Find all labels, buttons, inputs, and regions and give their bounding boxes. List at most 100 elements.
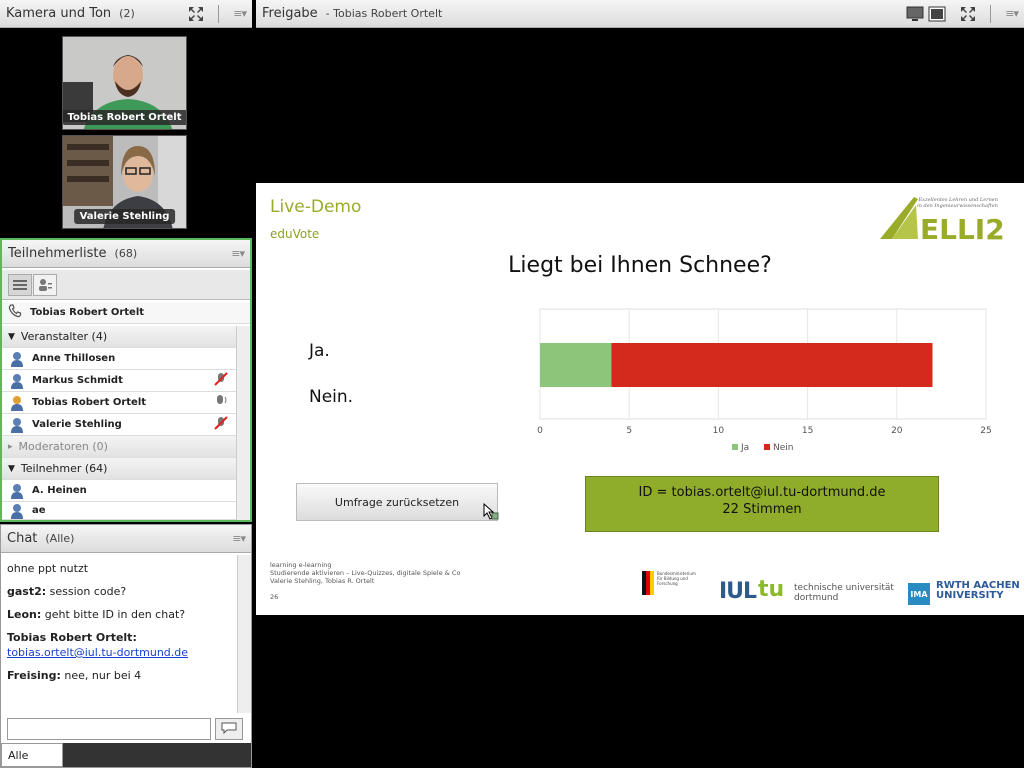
reset-poll-label: Umfrage zurücksetzen (334, 495, 460, 509)
group-participants[interactable]: ▼ Teilnehmer (64) (2, 458, 236, 480)
attendee-view-icon[interactable] (33, 274, 57, 296)
mic-muted-icon (214, 372, 228, 389)
bar-nein (611, 343, 933, 387)
cursor-icon (483, 502, 499, 524)
fit-width-icon (928, 6, 946, 21)
share-pod-header: Freigabe - Tobias Robert Ortelt ≡▾ (256, 0, 1024, 28)
list-item[interactable]: Valerie Stehling (2, 414, 236, 436)
session-id: ID = tobias.ortelt@iul.tu-dortmund.de (638, 485, 886, 500)
footer-line: Studierende aktivieren – Live-Quizzes, d… (270, 569, 461, 577)
footer-line: Valerie Stehling, Tobias R. Ortelt (270, 577, 375, 585)
phone-caller-row[interactable]: Tobias Robert Ortelt (2, 302, 250, 324)
slide-heading: Live-Demo (270, 197, 362, 217)
legend-label: Nein (773, 443, 793, 453)
share-pod-subtitle: - Tobias Robert Ortelt (325, 7, 443, 20)
participant-name: Anne Thillosen (32, 353, 116, 364)
list-item[interactable]: Markus Schmidt (2, 370, 236, 392)
group-presenters[interactable]: ▸ Moderatoren (0) (2, 436, 236, 458)
expand-arrow-icon: ▼ (8, 463, 15, 474)
bmbf-logo: Bundesministerium für Bildung und Forsch… (642, 571, 702, 611)
camera-pod-title: Kamera und Ton (6, 6, 112, 21)
bar-ja (540, 343, 612, 387)
group-hosts[interactable]: ▼ Veranstalter (4) (2, 326, 236, 348)
chat-message: Leon: geht bitte ID in den chat? (7, 608, 186, 621)
group-label: Veranstalter (4) (20, 330, 108, 343)
chat-message: Tobias Robert Ortelt: tobias.ortelt@iul.… (7, 631, 189, 659)
list-item[interactable]: A. Heinen (2, 480, 236, 502)
chat-footer (63, 743, 251, 767)
chat-pod-header: Chat (Alle) ≡▾ (1, 525, 251, 553)
x-tick-label: 0 (537, 426, 543, 436)
iul-logo: IUL (719, 579, 757, 604)
footer-line: learning e-learning (270, 561, 332, 569)
legend-swatch (732, 444, 738, 450)
chat-scrollbar[interactable] (237, 555, 251, 713)
reset-poll-button[interactable]: Umfrage zurücksetzen (296, 483, 499, 524)
camera-pod: Kamera und Ton (2) ≡▾ Tobias Robert Orte… (0, 0, 252, 237)
rwth-logo: RWTH AACHEN UNIVERSITY (936, 580, 1020, 601)
chat-link[interactable]: tobias.ortelt@iul.tu-dortmund.de (7, 646, 188, 659)
send-button[interactable] (215, 718, 243, 740)
slide-footer: learning e-learning Studierende aktivier… (270, 561, 460, 601)
x-tick-label: 5 (626, 426, 632, 436)
participants-pod-header: Teilnehmerliste (68) ≡▾ (2, 240, 250, 268)
list-item[interactable]: Tobias Robert Ortelt (2, 392, 236, 414)
chat-pod-title: Chat (7, 531, 38, 546)
participant-name: A. Heinen (32, 485, 87, 496)
video-name-label: Valerie Stehling (73, 209, 176, 224)
list-view-icon[interactable] (8, 274, 32, 296)
group-label: Teilnehmer (64) (20, 462, 108, 475)
fullscreen-icon[interactable] (960, 6, 976, 22)
poll-question: Liegt bei Ihnen Schnee? (508, 253, 772, 278)
answer-label: Nein. (309, 387, 354, 407)
participant-name: Tobias Robert Ortelt (32, 397, 147, 408)
x-tick-label: 25 (980, 426, 991, 436)
x-tick-label: 10 (713, 426, 725, 436)
slide-subheading: eduVote (270, 227, 320, 241)
participants-pod: Teilnehmerliste (68) ≡▾ Tobias Robert Or… (0, 238, 252, 522)
share-pod-title: Freigabe (262, 6, 318, 21)
elli-logo: Exzellentes Lehren und Lernen in den Ing… (878, 193, 1018, 246)
x-tick-label: 20 (891, 426, 903, 436)
pod-menu-icon[interactable]: ≡▾ (231, 247, 245, 260)
participant-name: ae (32, 505, 46, 516)
user-icon (10, 351, 24, 367)
participant-name: Valerie Stehling (32, 419, 122, 430)
mic-muted-icon (214, 416, 228, 433)
chat-message: ohne ppt nutzt (7, 562, 89, 575)
svg-text:in den Ingenieurwissenschaften: in den Ingenieurwissenschaften (917, 203, 998, 209)
page-number: 26 (270, 593, 279, 601)
pod-menu-icon[interactable]: ≡▾ (1005, 7, 1019, 20)
tu-logo: tu (758, 577, 785, 602)
view-toolbar (2, 270, 250, 300)
session-id-box: ID = tobias.ortelt@iul.tu-dortmund.de 22… (585, 476, 939, 532)
list-item[interactable]: Anne Thillosen (2, 348, 236, 370)
elli-logo-text: ELLI2 (920, 213, 1005, 243)
video-feed-1: Tobias Robert Ortelt (62, 36, 187, 130)
participants-pod-title: Teilnehmerliste (8, 246, 107, 261)
tu-logo-text: technische universität dortmund (794, 583, 894, 603)
pod-menu-icon[interactable]: ≡▾ (232, 532, 246, 545)
chat-message: Freising: nee, nur bei 4 (7, 669, 142, 682)
legend-label: Ja (740, 443, 749, 453)
bmbf-logo-text: Bundesministerium für Bildung und Forsch… (657, 571, 696, 586)
expand-arrow-icon: ▼ (8, 331, 15, 342)
list-item[interactable]: ae (2, 502, 236, 520)
caller-name: Tobias Robert Ortelt (30, 307, 145, 318)
share-pod: Freigabe - Tobias Robert Ortelt ≡▾ Live-… (256, 0, 1024, 768)
scrollbar[interactable] (236, 326, 250, 520)
camera-pod-header: Kamera und Ton (2) ≡▾ (0, 0, 252, 28)
fullscreen-icon[interactable] (188, 6, 204, 22)
chat-input[interactable] (7, 718, 211, 740)
ima-logo: IMA (908, 583, 930, 605)
user-icon (10, 373, 24, 389)
user-icon (10, 483, 24, 499)
monitor-icon[interactable] (906, 6, 946, 22)
pod-menu-icon[interactable]: ≡▾ (233, 7, 247, 20)
chat-message: gast2: session code? (7, 585, 127, 598)
chat-tab-all[interactable]: Alle (1, 743, 63, 767)
vote-count: 22 Stimmen (722, 502, 802, 517)
x-tick-label: 15 (802, 426, 813, 436)
chat-pod-scope: (Alle) (45, 532, 75, 545)
collapse-arrow-icon: ▸ (8, 441, 13, 452)
